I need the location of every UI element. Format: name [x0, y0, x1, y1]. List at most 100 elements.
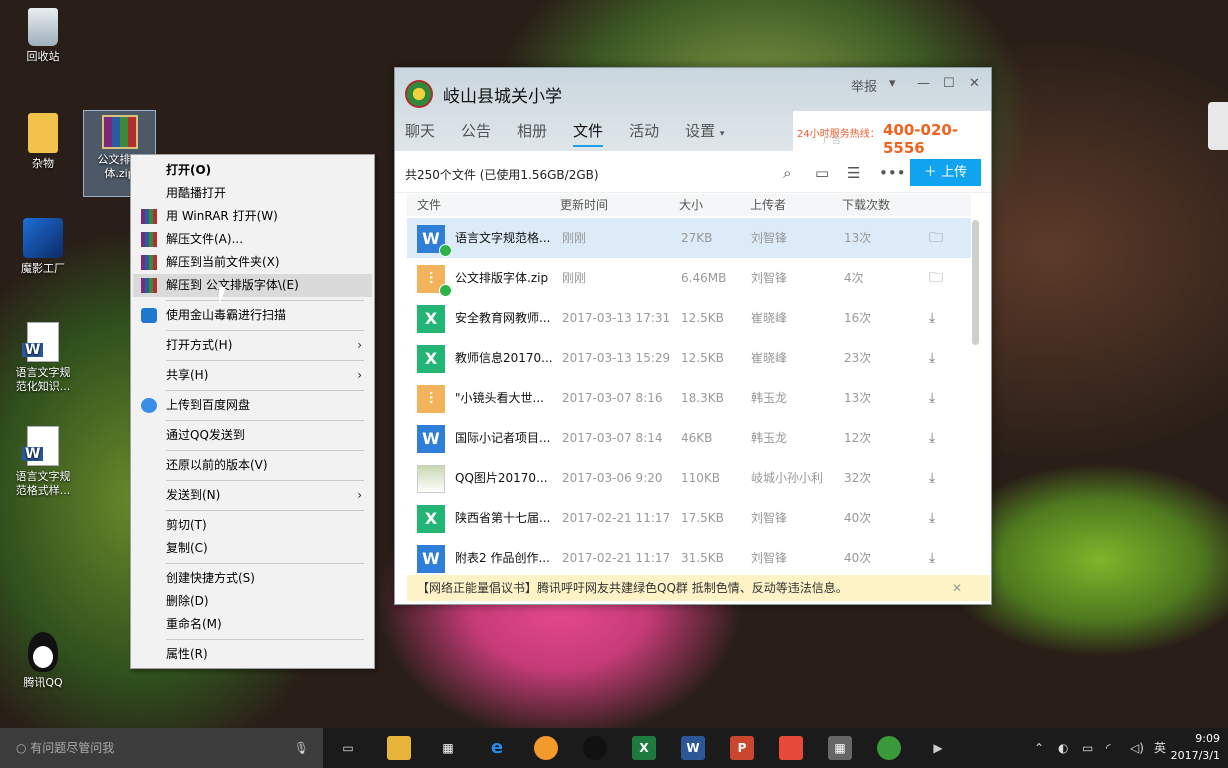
column-uploader[interactable]: 上传者: [750, 194, 786, 216]
menu-item-extract-to-folder[interactable]: 解压到 公文排版字体\(E): [133, 274, 372, 297]
ad-banner[interactable]: 24小时服务热线： 400-020-5556 广告: [793, 111, 991, 157]
menu-separator: [166, 639, 364, 640]
table-row[interactable]: ⫶ 公文排版字体.zip 刚刚 6.46MB 刘智锋 4次 🗀: [407, 258, 971, 298]
task-view-icon[interactable]: ▭: [336, 736, 360, 760]
download-icon[interactable]: ⤓: [929, 298, 935, 338]
ad-tag: 广告: [823, 136, 842, 146]
tab-settings[interactable]: 设置 ▾: [685, 120, 724, 147]
table-row[interactable]: W 语言文字规范格... 刚刚 27KB 刘智锋 13次 🗀: [407, 218, 971, 258]
menu-item-delete[interactable]: 删除(D): [133, 590, 372, 613]
report-button[interactable]: 举报: [851, 76, 877, 95]
menu-item-copy[interactable]: 复制(C): [133, 537, 372, 560]
tab-files[interactable]: 文件: [573, 120, 604, 147]
menu-item-open-kubo[interactable]: 用酷播打开: [133, 182, 372, 205]
close-icon[interactable]: ✕: [952, 575, 962, 601]
system-clock[interactable]: 9:09 2017/3/1: [1171, 730, 1220, 764]
upload-button[interactable]: ＋ 上传: [910, 159, 981, 186]
menu-item-share[interactable]: 共享(H) ›: [133, 364, 372, 387]
tab-activity[interactable]: 活动: [629, 120, 659, 147]
download-icon[interactable]: ⤓: [929, 458, 935, 498]
winrar-icon: [141, 255, 157, 270]
close-icon[interactable]: ✕: [969, 76, 980, 91]
qq-taskbar-icon[interactable]: [583, 736, 607, 760]
list-view-icon[interactable]: ☰: [847, 164, 860, 182]
table-row[interactable]: W 国际小记者项目... 2017-03-07 8:14 46KB 韩玉龙 12…: [407, 418, 971, 458]
more-icon[interactable]: •••: [879, 164, 906, 182]
table-row[interactable]: X 陕西省第十七届... 2017-02-21 11:17 17.5KB 刘智锋…: [407, 498, 971, 538]
open-folder-icon[interactable]: 🗀: [929, 218, 943, 258]
qq-group-taskbar-icon[interactable]: [877, 736, 901, 760]
side-panel-handle[interactable]: [1208, 102, 1228, 150]
menu-separator: [166, 480, 364, 481]
menu-item-restore-versions[interactable]: 还原以前的版本(V): [133, 454, 372, 477]
chevron-down-icon: ▾: [719, 129, 725, 139]
column-updated[interactable]: 更新时间: [560, 194, 608, 216]
search-icon[interactable]: ⌕: [783, 164, 791, 182]
desktop-icon-folder[interactable]: 杂物: [8, 113, 78, 171]
powerpoint-icon[interactable]: P: [730, 736, 754, 760]
tray-app-icon[interactable]: ◐: [1058, 728, 1068, 768]
menu-item-baidu-upload[interactable]: 上传到百度网盘: [133, 394, 372, 417]
media-player-icon[interactable]: ▶: [926, 736, 950, 760]
column-downloads[interactable]: 下载次数: [842, 194, 890, 216]
microphone-icon[interactable]: 🎙: [294, 728, 309, 768]
word-icon[interactable]: W: [681, 736, 705, 760]
chevron-right-icon: ›: [357, 488, 362, 502]
table-row[interactable]: QQ图片20170... 2017-03-06 9:20 110KB 岐城小孙小…: [407, 458, 971, 498]
menu-item-open-winrar[interactable]: 用 WinRAR 打开(W): [133, 205, 372, 228]
table-row[interactable]: X 教师信息20170... 2017-03-13 15:29 12.5KB 崔…: [407, 338, 971, 378]
tab-chat[interactable]: 聊天: [405, 120, 435, 147]
table-row[interactable]: X 安全教育网教师... 2017-03-13 17:31 12.5KB 崔晓峰…: [407, 298, 971, 338]
desktop-icon-qq[interactable]: 腾讯QQ: [8, 632, 78, 690]
table-row[interactable]: ⫶ "小镜头看大世... 2017-03-07 8:16 18.3KB 韩玉龙 …: [407, 378, 971, 418]
desktop-icon-word-doc-1[interactable]: 语言文字规 范化知识...: [8, 322, 78, 394]
menu-separator: [166, 563, 364, 564]
menu-item-send-via-qq[interactable]: 通过QQ发送到: [133, 424, 372, 447]
menu-item-rename[interactable]: 重命名(M): [133, 613, 372, 636]
edge-browser-icon[interactable]: e: [485, 736, 509, 760]
kubo-player-icon[interactable]: [534, 736, 558, 760]
menu-item-open-with[interactable]: 打开方式(H) ›: [133, 334, 372, 357]
video-app-icon[interactable]: [779, 736, 803, 760]
tab-album[interactable]: 相册: [517, 120, 547, 147]
download-icon[interactable]: ⤓: [929, 498, 935, 538]
open-folder-icon[interactable]: 🗀: [929, 258, 943, 298]
column-file[interactable]: 文件: [417, 194, 441, 216]
menu-item-create-shortcut[interactable]: 创建快捷方式(S): [133, 567, 372, 590]
menu-item-cut[interactable]: 剪切(T): [133, 514, 372, 537]
menu-item-open[interactable]: 打开(O): [133, 159, 372, 182]
tab-announcement[interactable]: 公告: [461, 120, 491, 147]
cortana-search-box[interactable]: ○ 有问题尽管问我 🎙: [0, 728, 323, 768]
wifi-icon[interactable]: ◜: [1106, 728, 1111, 768]
group-title: 岐山县城关小学: [443, 87, 562, 107]
inbox-icon[interactable]: ▭: [815, 164, 829, 182]
calculator-icon[interactable]: ▦: [828, 736, 852, 760]
excel-icon[interactable]: X: [632, 736, 656, 760]
magic-factory-icon: [23, 218, 63, 258]
download-icon[interactable]: ⤓: [929, 378, 935, 418]
menu-item-properties[interactable]: 属性(R): [133, 643, 372, 666]
file-list-scrollbar[interactable]: [972, 220, 979, 345]
download-icon[interactable]: ⤓: [929, 538, 935, 578]
maximize-icon[interactable]: ☐: [943, 76, 955, 91]
file-explorer-icon[interactable]: [387, 736, 411, 760]
desktop-icon-recycle-bin[interactable]: 回收站: [8, 8, 78, 64]
menu-item-send-to[interactable]: 发送到(N) ›: [133, 484, 372, 507]
desktop-icon-magic-factory[interactable]: 魔影工厂: [8, 218, 78, 276]
menu-item-extract-here[interactable]: 解压到当前文件夹(X): [133, 251, 372, 274]
minimize-icon[interactable]: —: [917, 76, 930, 91]
excel-file-icon: X: [417, 305, 445, 333]
tray-chevron-up-icon[interactable]: ⌃: [1034, 728, 1044, 768]
download-icon[interactable]: ⤓: [929, 338, 935, 378]
menu-item-extract-files[interactable]: 解压文件(A)...: [133, 228, 372, 251]
store-icon[interactable]: ▦: [436, 736, 460, 760]
table-row[interactable]: W 附表2 作品创作... 2017-02-21 11:17 31.5KB 刘智…: [407, 538, 971, 578]
menu-item-kingsoft-scan[interactable]: 使用金山毒霸进行扫描: [133, 304, 372, 327]
volume-icon[interactable]: ◁): [1130, 728, 1144, 768]
desktop-icon-word-doc-2[interactable]: 语言文字规 范格式样...: [8, 426, 78, 498]
chevron-down-icon[interactable]: ▾: [889, 76, 896, 91]
tray-battery-icon[interactable]: ▭: [1082, 728, 1093, 768]
input-method-indicator[interactable]: 英: [1154, 728, 1166, 768]
column-size[interactable]: 大小: [679, 194, 703, 216]
download-icon[interactable]: ⤓: [929, 418, 935, 458]
